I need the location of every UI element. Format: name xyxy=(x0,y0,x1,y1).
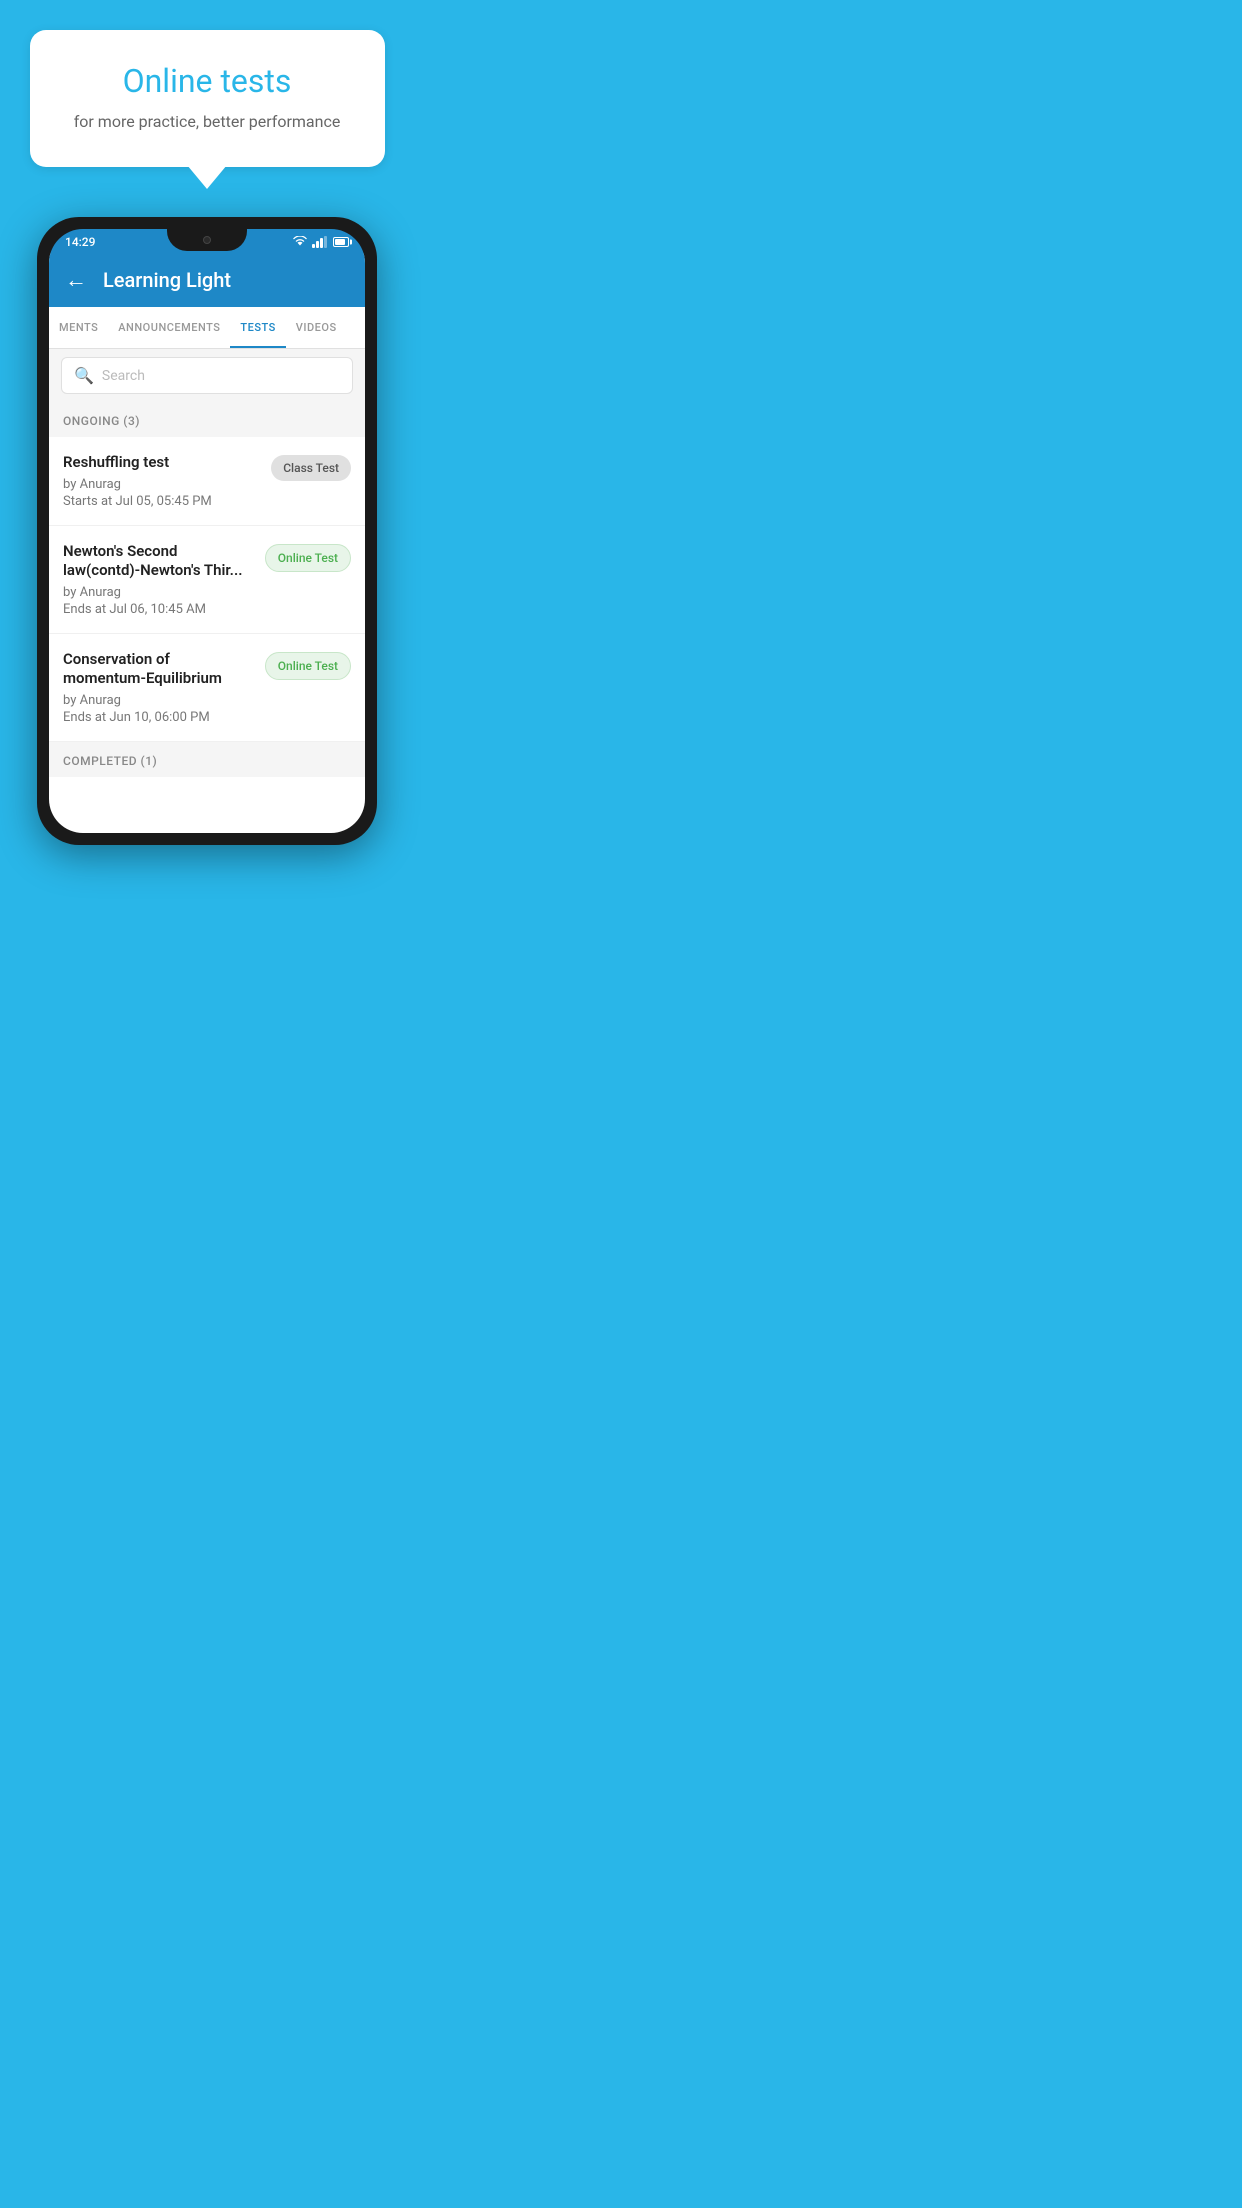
app-bar: ← Learning Light xyxy=(49,253,365,307)
test-badge-class: Class Test xyxy=(271,455,351,481)
tab-ments[interactable]: MENTS xyxy=(49,307,108,348)
bubble-title: Online tests xyxy=(70,62,345,100)
front-camera xyxy=(203,236,211,244)
search-placeholder: Search xyxy=(102,368,145,384)
test-item-info: Conservation of momentum-Equilibrium by … xyxy=(63,650,265,725)
search-container: 🔍 Search xyxy=(49,349,365,402)
test-list: Reshuffling test by Anurag Starts at Jul… xyxy=(49,437,365,742)
tab-tests[interactable]: TESTS xyxy=(230,307,285,348)
test-title: Conservation of momentum-Equilibrium xyxy=(63,650,255,689)
test-item[interactable]: Newton's Second law(contd)-Newton's Thir… xyxy=(49,526,365,634)
phone-frame: 14:29 xyxy=(37,217,377,845)
phone-screen: 14:29 xyxy=(49,229,365,833)
test-date: Ends at Jun 10, 06:00 PM xyxy=(63,710,255,725)
ongoing-label: ONGOING (3) xyxy=(63,414,140,428)
status-time: 14:29 xyxy=(65,235,95,249)
test-item-info: Reshuffling test by Anurag Starts at Jul… xyxy=(63,453,271,509)
test-title: Reshuffling test xyxy=(63,453,261,473)
test-by: by Anurag xyxy=(63,693,255,708)
test-date: Starts at Jul 05, 05:45 PM xyxy=(63,494,261,509)
test-date: Ends at Jul 06, 10:45 AM xyxy=(63,602,255,617)
battery-icon xyxy=(333,237,349,247)
completed-section-header: COMPLETED (1) xyxy=(49,742,365,777)
ongoing-section-header: ONGOING (3) xyxy=(49,402,365,437)
test-by: by Anurag xyxy=(63,585,255,600)
completed-label: COMPLETED (1) xyxy=(63,754,157,768)
search-bar[interactable]: 🔍 Search xyxy=(61,357,353,394)
tab-videos[interactable]: VIDEOS xyxy=(286,307,347,348)
tab-announcements[interactable]: ANNOUNCEMENTS xyxy=(108,307,230,348)
test-item-info: Newton's Second law(contd)-Newton's Thir… xyxy=(63,542,265,617)
test-item[interactable]: Conservation of momentum-Equilibrium by … xyxy=(49,634,365,742)
signal-icon xyxy=(312,236,327,248)
status-icons xyxy=(292,236,349,248)
tabs-bar: MENTS ANNOUNCEMENTS TESTS VIDEOS xyxy=(49,307,365,349)
test-item[interactable]: Reshuffling test by Anurag Starts at Jul… xyxy=(49,437,365,526)
speech-bubble-card: Online tests for more practice, better p… xyxy=(30,30,385,167)
app-content: ← Learning Light MENTS ANNOUNCEMENTS TES… xyxy=(49,253,365,833)
phone-notch xyxy=(167,229,247,251)
back-button[interactable]: ← xyxy=(65,267,87,293)
bubble-subtitle: for more practice, better performance xyxy=(70,112,345,131)
wifi-icon xyxy=(292,236,308,248)
test-badge-online: Online Test xyxy=(265,544,351,572)
test-by: by Anurag xyxy=(63,477,261,492)
app-bar-title: Learning Light xyxy=(103,268,231,292)
test-title: Newton's Second law(contd)-Newton's Thir… xyxy=(63,542,255,581)
test-badge-online: Online Test xyxy=(265,652,351,680)
search-icon: 🔍 xyxy=(74,366,94,385)
